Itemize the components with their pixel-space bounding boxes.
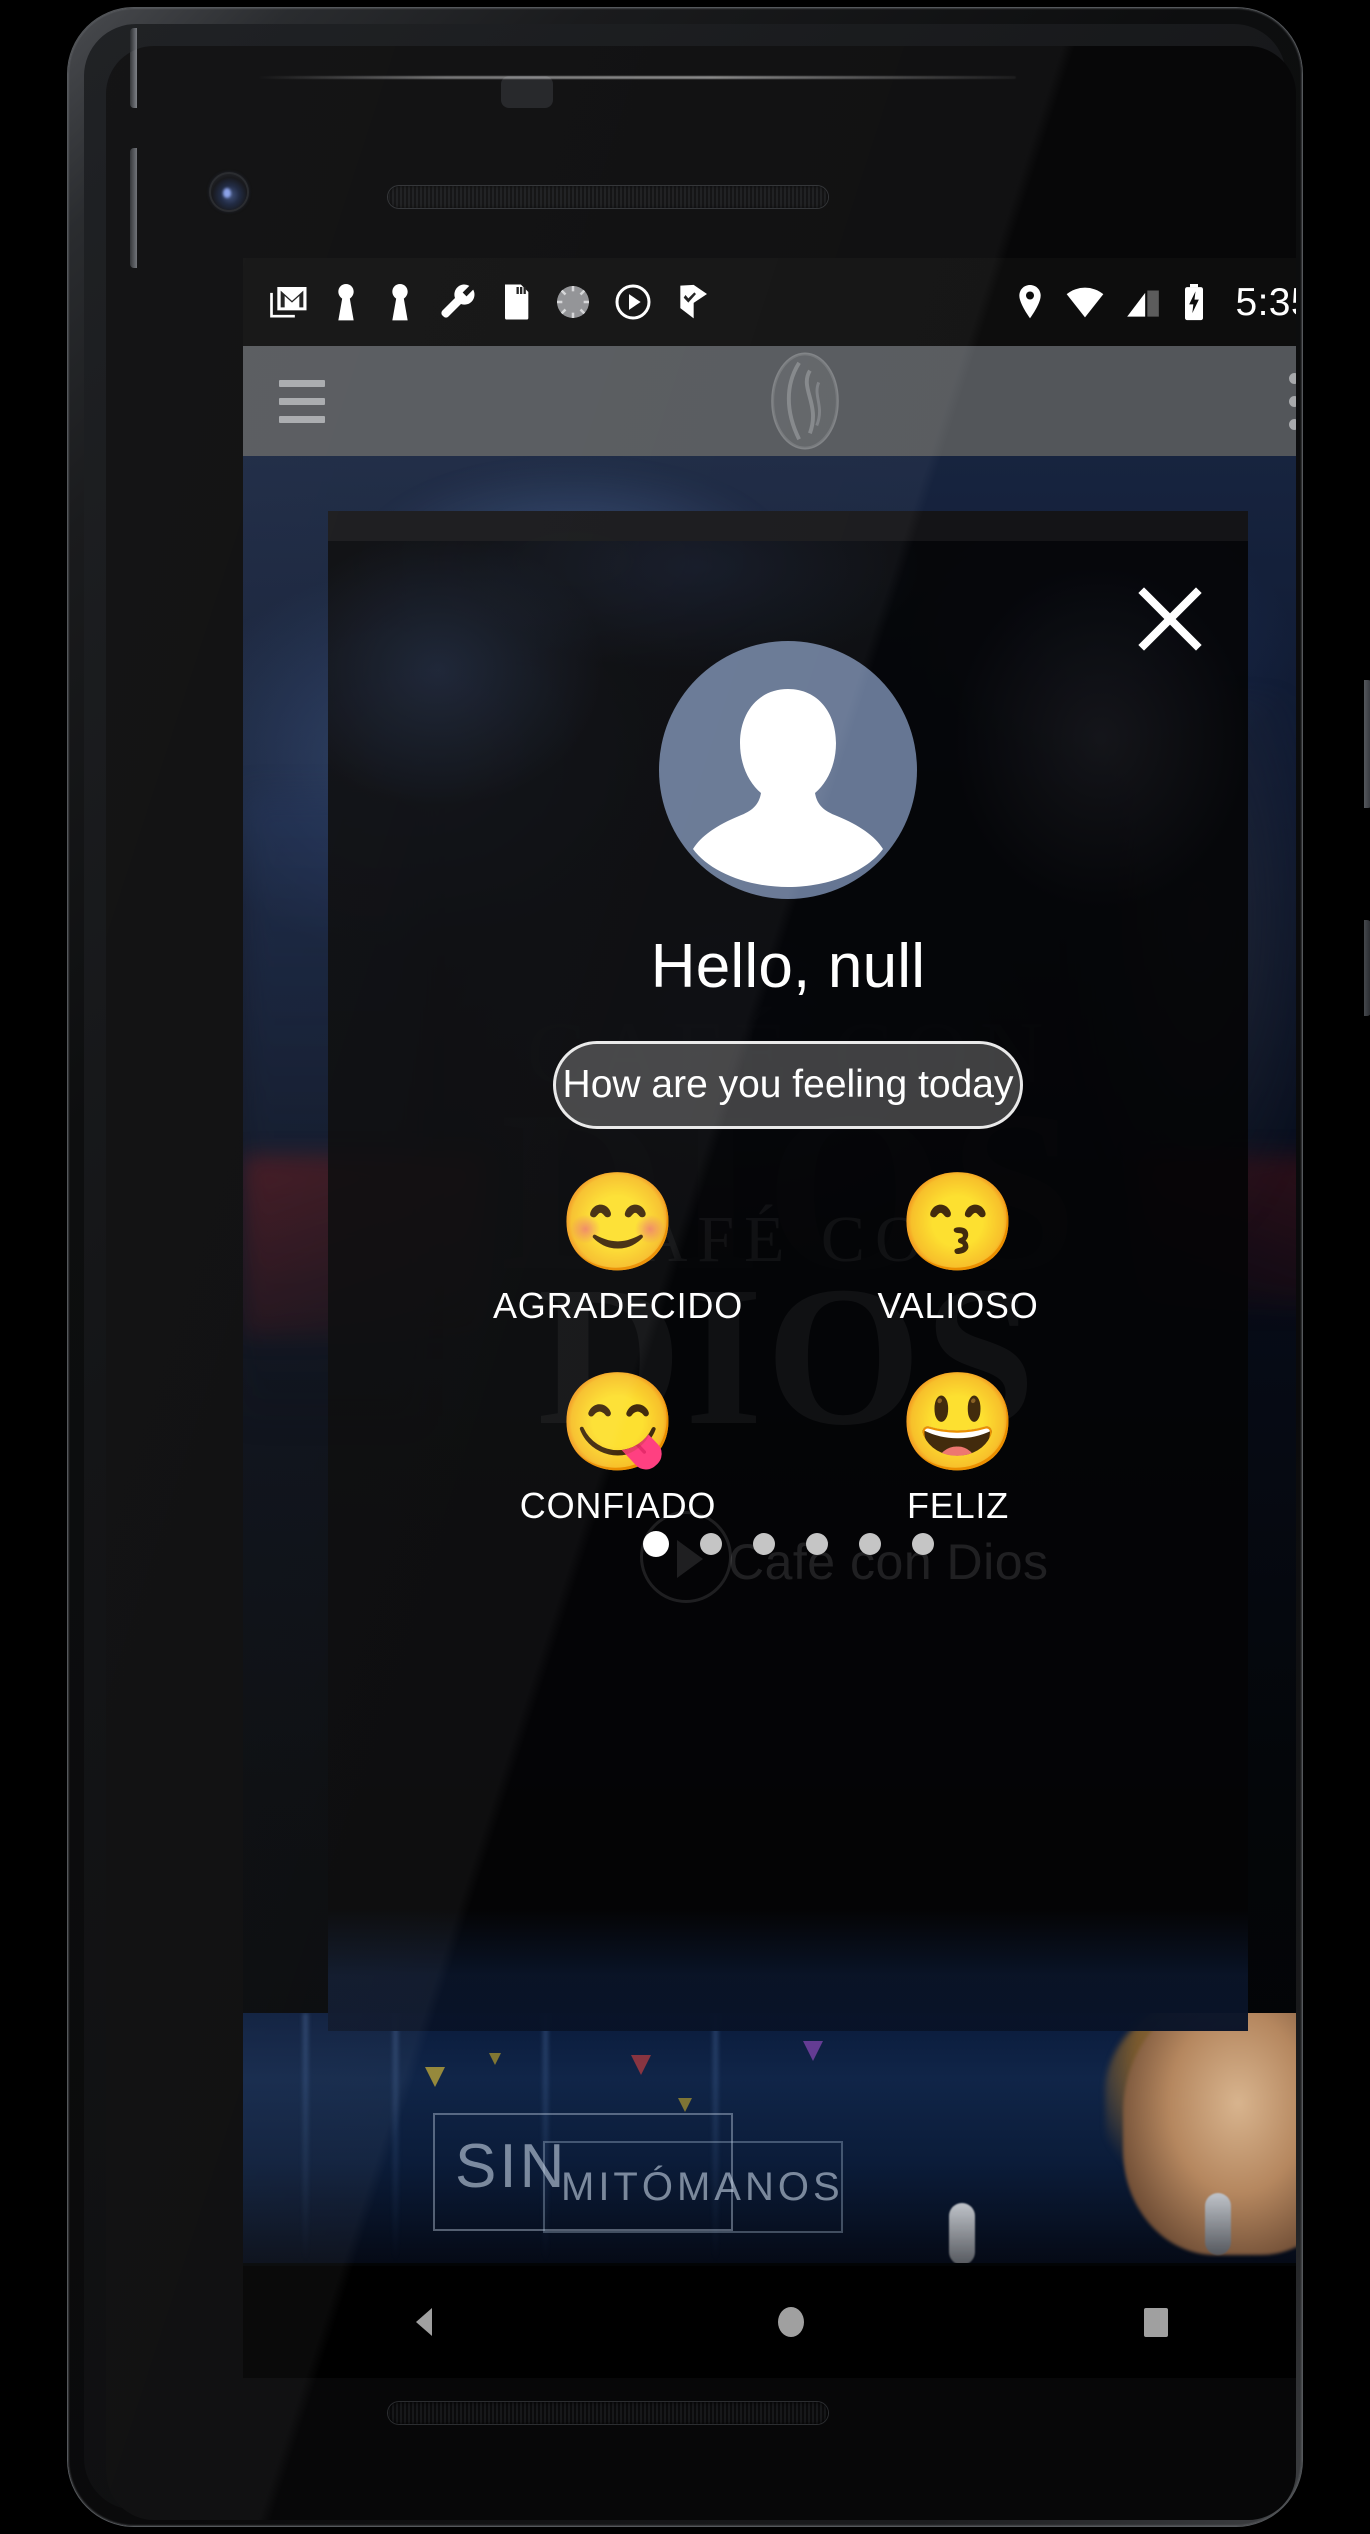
recents-square-icon [1144,2308,1169,2337]
pager-dot-6[interactable] [911,1533,934,1555]
mood-option-confiado[interactable]: 😋 CONFIADO [448,1371,788,1527]
sync-spinner-icon [557,286,590,319]
play-circle-icon [615,284,651,320]
mood-label: VALIOSO [877,1285,1039,1326]
close-icon[interactable] [1134,583,1206,655]
location-pin-icon [1019,285,1042,319]
status-bar-right-icons: 5:35 [1013,282,1296,322]
app-toolbar [243,346,1296,456]
pager-dot-5[interactable] [858,1533,881,1555]
mood-label: CONFIADO [519,1485,717,1526]
phone-device-frame: CAFÉ CON DIOS [68,8,1370,2526]
video-title-sin: SIN [455,2132,568,2201]
app-logo-icon [771,352,839,450]
mood-label: AGRADECIDO [492,1285,744,1326]
decor-triangle [631,2055,651,2075]
battery-charging-icon [1185,284,1204,321]
sd-card-icon [505,284,529,320]
kissing-face-emoji: 😙 [898,1169,1018,1277]
decor-triangle [678,2098,692,2112]
power-button[interactable] [1364,680,1370,808]
person-silhouette-icon [693,689,883,887]
microphone [949,2203,975,2263]
recents-button[interactable] [1081,2266,1231,2378]
cell-signal-icon [1127,290,1160,317]
status-bar-clock: 5:35 [1235,280,1296,324]
video-title-mitomanos: MITÓMANOS [561,2165,844,2209]
android-navigation-bar [243,2266,1296,2378]
decor-triangle [803,2041,823,2061]
avatar[interactable] [659,641,917,899]
bottom-speaker-grille [388,2402,828,2424]
status-bar-left-icons [269,282,1013,322]
mood-label: FELIZ [906,1485,1009,1526]
hamburger-menu-icon[interactable] [279,379,325,423]
wrench-icon [441,284,475,318]
pager-dot-3[interactable] [752,1533,775,1555]
person-alert-icon-2 [392,284,408,321]
overflow-menu-icon[interactable] [1285,372,1296,430]
pagination-dots [328,1531,1248,1557]
savoring-food-emoji: 😋 [558,1369,678,1477]
frame-antenna-seam [130,148,137,268]
microphone [1205,2193,1231,2255]
status-bar: 5:35 [243,258,1296,346]
frame-antenna-seam-2 [130,28,137,108]
dialog-bottom-bleed [328,1909,1248,2031]
phone-screen: CAFÉ CON DIOS [243,258,1296,2378]
gmail-icon [270,287,307,318]
glass-top-highlight [256,76,1016,79]
feeling-prompt-button[interactable]: How are you feeling today [553,1041,1023,1129]
pager-dot-2[interactable] [699,1533,722,1555]
camera-lens-glint [223,188,231,198]
proximity-sensor [501,76,553,108]
decor-triangle [425,2067,445,2087]
home-circle-icon [777,2307,804,2337]
person-alert-icon [338,284,354,321]
earpiece-speaker [388,186,828,208]
back-triangle-icon [415,2308,432,2336]
mood-grid: 😊 AGRADECIDO 😙 VALIOSO 😋 CONFIADO � [328,1171,1248,1527]
curtain-light [303,2013,308,2263]
volume-button[interactable] [1364,920,1370,1016]
back-button[interactable] [351,2266,501,2378]
pager-dot-1[interactable] [642,1531,669,1557]
page-title: Hello, null [650,932,926,1001]
decor-triangle [489,2053,501,2065]
phone-glass: CAFÉ CON DIOS [106,46,1296,2520]
mood-option-agradecido[interactable]: 😊 AGRADECIDO [448,1171,788,1327]
smiling-face-emoji: 😊 [558,1169,678,1277]
video-thumbnail-card[interactable]: SIN MITÓMANOS [243,2013,1296,2263]
home-button[interactable] [716,2266,866,2378]
mood-selection-dialog: CAFÉ CON DIOS Hello, null How are you fe… [328,511,1248,2031]
wifi-icon [1067,287,1104,318]
curtain-light [393,2013,398,2263]
phone-bezel: CAFÉ CON DIOS [84,24,1296,2520]
dialog-top-strip [328,511,1248,541]
mood-option-feliz[interactable]: 😃 FELIZ [788,1371,1128,1527]
check-flag-icon [680,284,707,319]
grinning-face-emoji: 😃 [898,1369,1018,1477]
pager-dot-4[interactable] [805,1533,828,1555]
mood-option-valioso[interactable]: 😙 VALIOSO [788,1171,1128,1327]
